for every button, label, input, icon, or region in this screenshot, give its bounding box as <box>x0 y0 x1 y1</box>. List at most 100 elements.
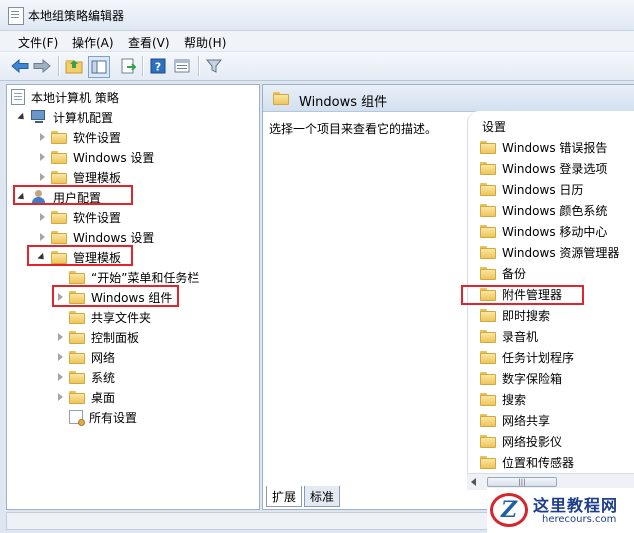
tree-system[interactable]: 系统 <box>55 367 115 387</box>
title-bar: 本地组策略编辑器 <box>0 0 634 31</box>
tree-label: 管理模板 <box>73 170 122 185</box>
collapsed-arrow-icon[interactable] <box>55 352 65 362</box>
collapsed-arrow-icon[interactable] <box>37 132 47 142</box>
menu-file[interactable]: 文件(F) <box>18 34 58 51</box>
collapsed-arrow-icon[interactable] <box>37 212 47 222</box>
description-text: 选择一个项目来查看它的描述。 <box>269 122 438 136</box>
tree-windows-settings-1[interactable]: Windows 设置 <box>37 147 154 167</box>
tree-root[interactable]: 本地计算机 策略 <box>11 87 119 107</box>
expanded-arrow-icon[interactable] <box>17 192 27 202</box>
watermark-cn-text: 这里教程网 <box>533 496 619 515</box>
collapsed-arrow-icon[interactable] <box>37 172 47 182</box>
tree-windows-settings-2[interactable]: Windows 设置 <box>37 227 154 247</box>
tree-desktop[interactable]: 桌面 <box>55 387 115 407</box>
list-item[interactable]: 任务计划程序 <box>480 347 574 367</box>
list-item[interactable]: 数字保险箱 <box>480 368 562 388</box>
policy-document-icon <box>11 89 25 105</box>
forward-arrow-icon[interactable] <box>32 56 52 76</box>
folder-icon <box>51 130 67 144</box>
tree-control-panel[interactable]: 控制面板 <box>55 327 139 347</box>
list-item-label: 网络共享 <box>502 413 551 428</box>
expanded-arrow-icon[interactable] <box>17 112 27 122</box>
up-folder-icon[interactable] <box>64 56 84 76</box>
collapsed-arrow-icon[interactable] <box>55 392 65 402</box>
folder-icon <box>480 203 496 217</box>
list-item[interactable]: 即时搜索 <box>480 305 550 325</box>
folder-icon <box>51 210 67 224</box>
tree-user-config[interactable]: 用户配置 <box>17 187 101 207</box>
list-item[interactable]: 网络投影仪 <box>480 431 562 451</box>
list-item[interactable]: 网络共享 <box>480 410 550 430</box>
expanded-arrow-icon[interactable] <box>37 252 47 262</box>
tree-software-settings-2[interactable]: 软件设置 <box>37 207 121 227</box>
menu-help[interactable]: 帮助(H) <box>184 34 226 51</box>
folder-icon <box>480 182 496 196</box>
tree-label: Windows 设置 <box>73 230 155 245</box>
list-item[interactable]: Windows 登录选项 <box>480 158 607 178</box>
list-item[interactable]: Windows 移动中心 <box>480 221 607 241</box>
tree-admin-templates-1[interactable]: 管理模板 <box>37 167 121 187</box>
collapsed-arrow-icon[interactable] <box>37 232 47 242</box>
tree-label: 计算机配置 <box>53 110 114 125</box>
tree-network[interactable]: 网络 <box>55 347 115 367</box>
tree-windows-components[interactable]: Windows 组件 <box>55 287 172 307</box>
list-item[interactable]: 备份 <box>480 263 526 283</box>
details-pane: Windows 组件 选择一个项目来查看它的描述。 设置 Windows 错误报… <box>262 84 634 510</box>
collapsed-arrow-icon[interactable] <box>55 372 65 382</box>
tree-all-settings[interactable]: 所有设置 <box>55 407 137 427</box>
list-item[interactable]: Windows 日历 <box>480 179 583 199</box>
tree-label: 系统 <box>91 370 116 385</box>
tree-computer-config[interactable]: 计算机配置 <box>17 107 113 127</box>
folder-icon <box>69 310 85 324</box>
help-icon[interactable]: ? <box>148 56 168 76</box>
folder-icon <box>480 455 496 469</box>
folder-icon <box>480 413 496 427</box>
tree-software-settings-1[interactable]: 软件设置 <box>37 127 121 147</box>
tab-standard[interactable]: 标准 <box>304 486 341 507</box>
list-item[interactable]: Windows 颜色系统 <box>480 200 607 220</box>
list-item-label: Windows 移动中心 <box>502 224 608 239</box>
folder-icon <box>480 308 496 322</box>
collapsed-arrow-icon[interactable] <box>37 152 47 162</box>
show-hide-tree-icon[interactable] <box>88 56 110 78</box>
tree-label: 用户配置 <box>53 190 102 205</box>
list-item-label: 录音机 <box>502 329 539 344</box>
back-arrow-icon[interactable] <box>10 56 30 76</box>
tree-label: 桌面 <box>91 390 116 405</box>
export-list-icon[interactable] <box>118 56 138 76</box>
window-title: 本地组策略编辑器 <box>28 9 125 23</box>
tree-start-menu[interactable]: “开始”菜单和任务栏 <box>55 267 199 287</box>
list-item[interactable]: 搜索 <box>480 389 526 409</box>
scroll-left-arrow-icon[interactable] <box>471 478 476 486</box>
tree-pane[interactable]: 本地计算机 策略 计算机配置 软件设置 Windows 设置 管理模板 用户配置… <box>6 84 260 510</box>
list-item[interactable]: Windows 错误报告 <box>480 137 607 157</box>
tree-label: 软件设置 <box>73 130 122 145</box>
settings-list[interactable]: 设置 Windows 错误报告 Windows 登录选项 Windows 日历 … <box>467 111 634 489</box>
view-tabs: 扩展 标准 <box>262 486 402 508</box>
list-item-attachment-manager[interactable]: 附件管理器 <box>480 284 562 304</box>
watermark-logo-letter: Z <box>500 497 518 523</box>
folder-icon <box>480 287 496 301</box>
list-item-label: 数字保险箱 <box>502 371 563 386</box>
tree-shared-folders[interactable]: 共享文件夹 <box>55 307 151 327</box>
tree-label: 控制面板 <box>91 330 140 345</box>
list-item[interactable]: 位置和传感器 <box>480 452 574 472</box>
list-item-label: Windows 日历 <box>502 182 584 197</box>
properties-icon[interactable] <box>172 56 192 76</box>
menu-view[interactable]: 查看(V) <box>128 34 170 51</box>
tree-admin-templates-2[interactable]: 管理模板 <box>37 247 121 267</box>
folder-icon <box>480 434 496 448</box>
column-header-settings[interactable]: 设置 <box>482 118 506 135</box>
collapsed-arrow-icon[interactable] <box>55 332 65 342</box>
folder-icon <box>480 350 496 364</box>
list-item[interactable]: Windows 资源管理器 <box>480 242 619 262</box>
filter-icon[interactable] <box>204 56 224 76</box>
list-item-label: 网络投影仪 <box>502 434 563 449</box>
folder-icon <box>69 270 85 284</box>
tab-extended[interactable]: 扩展 <box>266 486 303 507</box>
collapsed-arrow-icon[interactable] <box>55 292 65 302</box>
no-arrow <box>55 312 65 322</box>
list-item[interactable]: 录音机 <box>480 326 538 346</box>
menu-action[interactable]: 操作(A) <box>72 34 114 51</box>
scrollbar-thumb[interactable]: ||| <box>487 477 557 487</box>
